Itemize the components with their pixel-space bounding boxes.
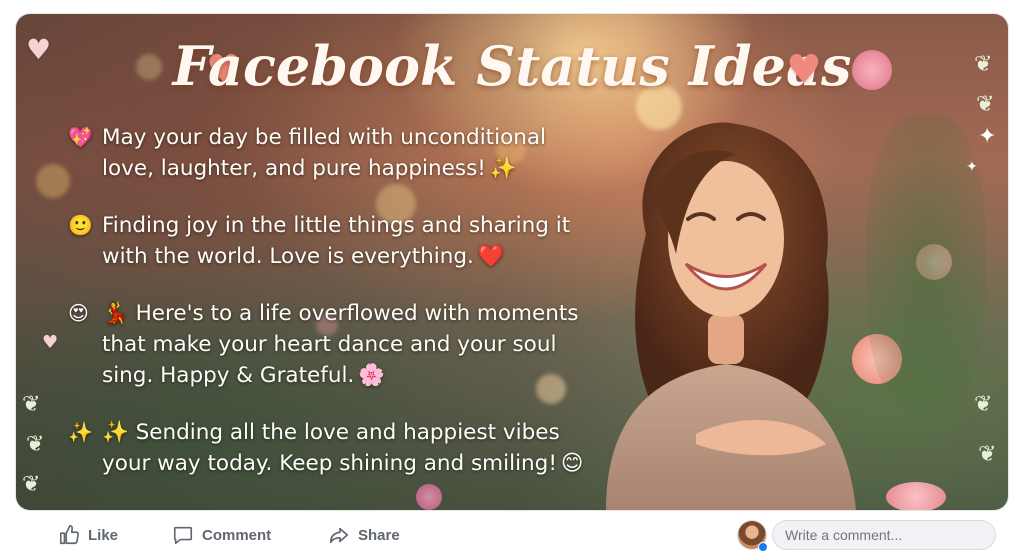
status-list: 💖 May your day be filled with unconditio… xyxy=(68,122,588,505)
post-action-bar: Like Comment Share xyxy=(0,512,1024,559)
leaf-icon: ❦ xyxy=(22,392,41,417)
sparkle-icon: ✦ xyxy=(966,159,978,175)
comment-button[interactable]: Comment xyxy=(172,523,271,547)
leaf-icon: ❦ xyxy=(974,392,993,417)
status-text: May your day be filled with unconditiona… xyxy=(102,125,547,181)
status-item: 🙂 Finding joy in the little things and s… xyxy=(68,210,588,272)
status-item: ✨ ✨ Sending all the love and happiest vi… xyxy=(68,417,588,479)
like-label: Like xyxy=(88,526,119,544)
red-heart-icon: ❤️ xyxy=(477,244,505,269)
smile-icon: 🙂 xyxy=(68,213,93,237)
share-icon xyxy=(329,527,349,544)
sparkles-icon: ✨ xyxy=(489,156,517,181)
share-button[interactable]: Share xyxy=(328,523,400,547)
status-text: ✨ Sending all the love and happiest vibe… xyxy=(102,420,560,476)
thumbs-up-icon xyxy=(59,525,79,545)
share-label: Share xyxy=(358,526,400,544)
like-button[interactable]: Like xyxy=(58,523,118,547)
post-title: Facebook Status Ideas xyxy=(172,34,852,98)
heart-eyes-icon: 😍 xyxy=(68,301,89,325)
leaf-icon: ❦ xyxy=(22,472,41,497)
sparkles-icon: ✨ xyxy=(68,420,93,444)
smiling-face-icon: 😊 xyxy=(560,451,584,476)
status-item: 💖 May your day be filled with unconditio… xyxy=(68,122,588,184)
comment-label: Comment xyxy=(202,526,272,544)
heart-icon: ♥ xyxy=(786,47,822,93)
smiling-woman-photo xyxy=(606,122,856,510)
blossom-icon: 🌸 xyxy=(358,363,386,388)
status-item: 😍 💃 Here's to a life overflowed with mom… xyxy=(68,298,588,391)
leaf-icon: ❦ xyxy=(26,432,45,457)
status-text: 💃 Here's to a life overflowed with momen… xyxy=(102,301,579,388)
sparkle-icon: ✦ xyxy=(978,124,997,149)
pink-rose xyxy=(886,482,946,510)
heart-icon: ♥ xyxy=(42,332,59,353)
comment-input[interactable] xyxy=(772,520,996,550)
sparkling-heart-icon: 💖 xyxy=(68,125,93,149)
post-image: ❦ ❦ ❦ ❦ ❦ ❦ ❦ ✦ ✦ ♥ ♥ ♥ Facebook Status … xyxy=(16,14,1008,510)
comment-icon xyxy=(173,526,193,545)
online-status-dot xyxy=(758,542,768,552)
leaf-icon: ❦ xyxy=(978,442,997,467)
